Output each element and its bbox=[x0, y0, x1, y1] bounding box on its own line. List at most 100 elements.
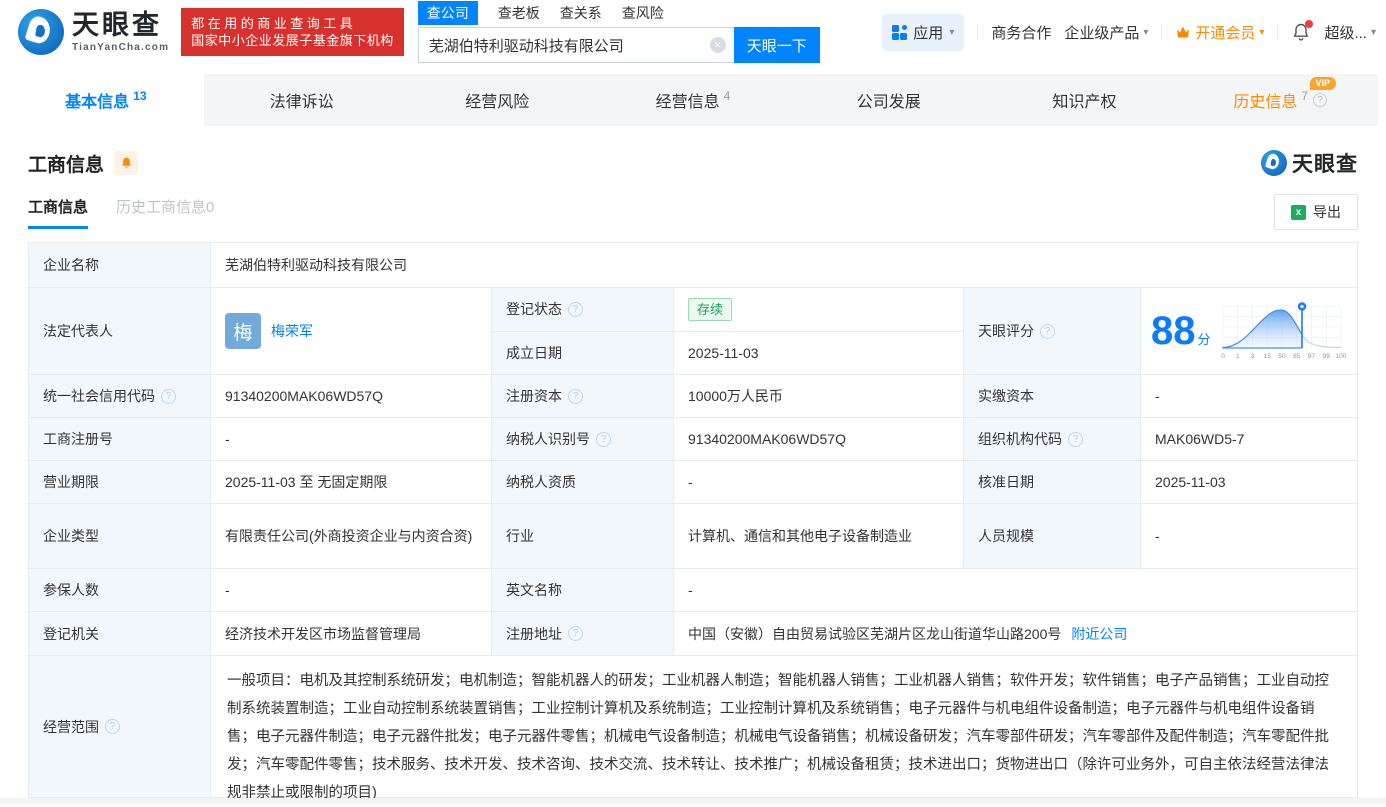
brand-domain: TianYanCha.com bbox=[72, 43, 169, 53]
table-row: 营业期限 2025-11-03 至 无固定期限 纳税人资质 - 核准日期 202… bbox=[29, 461, 1357, 504]
status-badge: 存续 bbox=[688, 298, 732, 321]
clear-search-icon[interactable]: ✕ bbox=[710, 37, 726, 53]
svg-text:3: 3 bbox=[1250, 353, 1254, 360]
table-row: 企业名称 芜湖伯特利驱动科技有限公司 bbox=[29, 243, 1357, 288]
nav-enterprise-products[interactable]: 企业级产品 ▾ bbox=[1064, 22, 1148, 43]
field-label: 注册资本 bbox=[506, 386, 562, 406]
help-icon[interactable]: ? bbox=[1313, 93, 1327, 107]
tianyancha-logo[interactable]: 天眼查 TianYanCha.com bbox=[18, 9, 169, 55]
apps-menu-button[interactable]: 应用 ▾ bbox=[882, 14, 964, 51]
table-row: 法定代表人 梅 梅荣军 登记状态 ? 存续 成立日期 2025-11-0 bbox=[29, 288, 1357, 375]
svg-text:15: 15 bbox=[1263, 353, 1271, 360]
nearby-companies-link[interactable]: 附近公司 bbox=[1071, 624, 1127, 644]
search-tab-relation[interactable]: 查关系 bbox=[560, 3, 602, 23]
search-tab-boss[interactable]: 查老板 bbox=[498, 3, 540, 23]
field-label: 实缴资本 bbox=[964, 375, 1141, 417]
subtab-history-business-info[interactable]: 历史工商信息0 bbox=[116, 196, 214, 229]
field-label-cell: 注册地址 ? bbox=[492, 612, 674, 655]
search-tab-company[interactable]: 查公司 bbox=[418, 1, 478, 25]
notifications-bell-icon[interactable] bbox=[1291, 22, 1311, 42]
taxpayer-id-value: 91340200MAK06WD57Q bbox=[674, 418, 964, 460]
svg-text:50: 50 bbox=[1278, 353, 1286, 360]
tianyan-score-cell: 88 分 bbox=[1141, 288, 1357, 374]
table-row: 经营范围 ? 一般项目：电机及其控制系统研发；电机制造；智能机器人的研发；工业机… bbox=[29, 656, 1357, 798]
field-label: 英文名称 bbox=[492, 569, 674, 611]
help-icon[interactable]: ? bbox=[568, 389, 583, 404]
export-button[interactable]: x 导出 bbox=[1274, 194, 1358, 230]
tab-label: 经营信息 bbox=[656, 88, 720, 112]
tab-intellectual-property[interactable]: 知识产权 bbox=[987, 74, 1183, 126]
divider bbox=[1277, 24, 1278, 40]
chevron-down-icon: ▾ bbox=[949, 27, 954, 38]
excel-icon: x bbox=[1291, 205, 1306, 220]
tab-count: 7 bbox=[1301, 89, 1308, 103]
search-input[interactable] bbox=[418, 27, 734, 63]
field-label-cell: 登记状态 ? bbox=[492, 288, 674, 331]
svg-text:0: 0 bbox=[1221, 353, 1225, 360]
apps-label: 应用 bbox=[913, 22, 943, 43]
chevron-down-icon: ▾ bbox=[1259, 27, 1264, 38]
footer-strip bbox=[0, 798, 1386, 804]
tab-company-development[interactable]: 公司发展 bbox=[791, 74, 987, 126]
brand-name: 天眼查 bbox=[72, 12, 169, 39]
field-label-cell: 天眼评分 ? bbox=[964, 288, 1141, 374]
tab-label: 知识产权 bbox=[1052, 88, 1116, 112]
staff-size-value: - bbox=[1141, 504, 1357, 568]
tab-legal-litigation[interactable]: 法律诉讼 bbox=[204, 74, 400, 126]
watermark-text: 天眼查 bbox=[1292, 148, 1358, 178]
help-icon[interactable]: ? bbox=[1068, 432, 1083, 447]
field-label: 人员规模 bbox=[964, 504, 1141, 568]
field-label: 企业名称 bbox=[29, 243, 211, 287]
legal-rep-link[interactable]: 梅荣军 bbox=[271, 321, 313, 341]
search-tab-risk[interactable]: 查风险 bbox=[622, 3, 664, 23]
company-type-value: 有限责任公司(外商投资企业与内资合资) bbox=[211, 504, 492, 568]
table-row: 参保人数 - 英文名称 - bbox=[29, 569, 1357, 612]
tab-operating-risk[interactable]: 经营风险 bbox=[399, 74, 595, 126]
chevron-down-icon: ▾ bbox=[1143, 27, 1148, 38]
reg-authority-value: 经济技术开发区市场监督管理局 bbox=[211, 612, 492, 655]
nav-super-vip[interactable]: 超级... ▾ bbox=[1324, 22, 1376, 43]
help-icon[interactable]: ? bbox=[105, 719, 120, 734]
org-code-value: MAK06WD5-7 bbox=[1141, 418, 1357, 460]
help-icon[interactable]: ? bbox=[568, 302, 583, 317]
legal-rep-cell: 梅 梅荣军 bbox=[211, 288, 492, 374]
status-date-stack: 登记状态 ? 存续 成立日期 2025-11-03 bbox=[492, 288, 964, 374]
field-label: 登记状态 bbox=[506, 299, 562, 319]
chevron-down-icon: ▾ bbox=[1371, 27, 1376, 38]
main-content: 工商信息 天眼查 工商信息 历史工商信息0 x 导出 企业名称 芜湖伯特利驱动科… bbox=[0, 148, 1386, 798]
reg-number-value: - bbox=[211, 418, 492, 460]
help-icon[interactable]: ? bbox=[161, 389, 176, 404]
table-row: 工商注册号 - 纳税人识别号 ? 91340200MAK06WD57Q 组织机构… bbox=[29, 418, 1357, 461]
tab-basic-info[interactable]: 基本信息 13 bbox=[8, 74, 204, 126]
help-icon[interactable]: ? bbox=[596, 432, 611, 447]
tab-history-info[interactable]: VIP 历史信息 7 ? bbox=[1182, 74, 1378, 126]
establish-date-value: 2025-11-03 bbox=[674, 332, 963, 375]
field-label-cell: 经营范围 ? bbox=[29, 656, 211, 797]
help-icon[interactable]: ? bbox=[568, 626, 583, 641]
table-row: 登记机关 经济技术开发区市场监督管理局 注册地址 ? 中国（安徽）自由贸易试验区… bbox=[29, 612, 1357, 656]
tab-label: 公司发展 bbox=[857, 88, 921, 112]
nav-cooperation[interactable]: 商务合作 bbox=[991, 22, 1051, 43]
tab-operating-info[interactable]: 经营信息 4 bbox=[595, 74, 791, 126]
field-label: 组织机构代码 bbox=[978, 429, 1062, 449]
tab-label: 法律诉讼 bbox=[270, 88, 334, 112]
field-label-cell: 注册资本 ? bbox=[492, 375, 674, 417]
field-label: 成立日期 bbox=[492, 332, 674, 375]
tianyancha-logo-icon bbox=[18, 9, 64, 55]
industry-value: 计算机、通信和其他电子设备制造业 bbox=[674, 504, 964, 568]
help-icon[interactable]: ? bbox=[1040, 324, 1055, 339]
subtab-business-info[interactable]: 工商信息 bbox=[28, 196, 88, 229]
english-name-value: - bbox=[674, 569, 1357, 611]
field-label: 营业期限 bbox=[29, 461, 211, 503]
field-label: 行业 bbox=[492, 504, 674, 568]
business-info-table: 企业名称 芜湖伯特利驱动科技有限公司 法定代表人 梅 梅荣军 登记状态 ? 存续 bbox=[28, 242, 1358, 798]
subscribe-bell-icon[interactable] bbox=[114, 151, 138, 175]
search-button[interactable]: 天眼一下 bbox=[734, 27, 820, 63]
tab-count: 4 bbox=[724, 89, 731, 103]
nav-vip-label: 开通会员 bbox=[1195, 22, 1255, 43]
company-name-value: 芜湖伯特利驱动科技有限公司 bbox=[211, 243, 1357, 287]
nav-open-vip[interactable]: 开通会员 ▾ bbox=[1175, 22, 1264, 43]
credit-code-value: 91340200MAK06WD57Q bbox=[211, 375, 492, 417]
field-label: 企业类型 bbox=[29, 504, 211, 568]
avatar[interactable]: 梅 bbox=[225, 313, 261, 349]
